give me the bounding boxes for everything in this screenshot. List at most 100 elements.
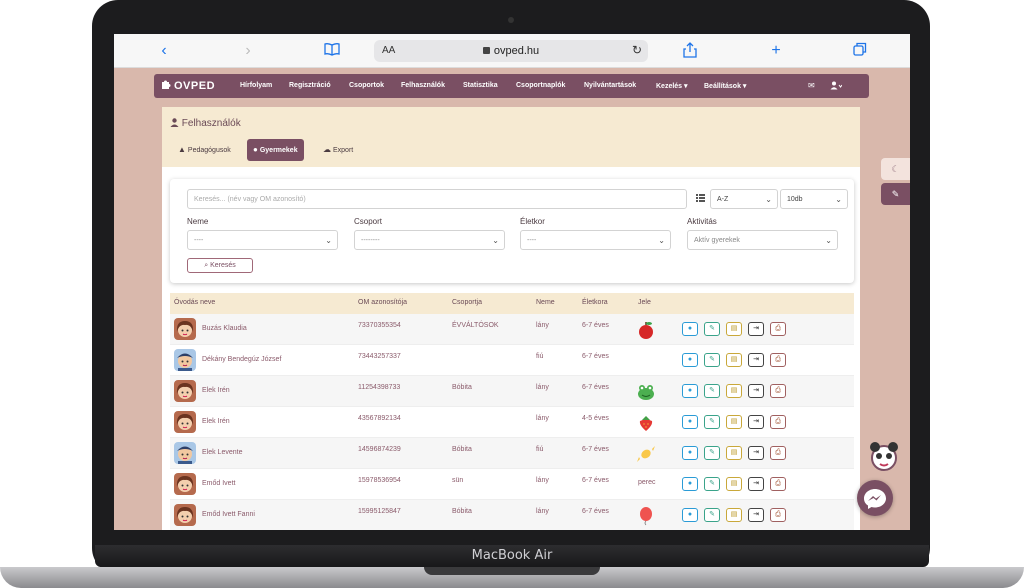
notes-icon[interactable]: ▤ — [726, 322, 742, 336]
moon-icon[interactable]: ☾ — [881, 158, 910, 180]
view-user-icon[interactable]: ● — [682, 508, 698, 522]
print-icon[interactable]: ⎙ — [770, 384, 786, 398]
search-button[interactable]: ⌕ Keresés — [187, 258, 253, 273]
page-title: Felhasználók — [170, 118, 241, 129]
logout-icon[interactable]: ⇥ — [748, 353, 764, 367]
age: 6-7 éves — [582, 446, 609, 453]
child-name[interactable]: Elek Irén — [202, 387, 230, 394]
panda-mascot-icon[interactable] — [866, 438, 902, 474]
gender-label: Neme — [187, 217, 209, 226]
view-user-icon[interactable]: ● — [682, 415, 698, 429]
edit-icon[interactable]: ✎ — [704, 415, 720, 429]
search-input[interactable]: Keresés... (név vagy OM azonosító) — [187, 189, 687, 209]
view-user-icon[interactable]: ● — [682, 384, 698, 398]
notes-icon[interactable]: ▤ — [726, 353, 742, 367]
child-name[interactable]: Emőd Ivett Fanni — [202, 511, 255, 518]
logout-icon[interactable]: ⇥ — [748, 508, 764, 522]
camera — [508, 17, 514, 23]
print-icon[interactable]: ⎙ — [770, 415, 786, 429]
age-select[interactable]: ---- ⌄ — [520, 230, 671, 250]
strawberry-icon — [636, 413, 656, 433]
col-group: Csoportja — [452, 299, 482, 306]
mail-icon[interactable]: ✉ — [808, 81, 815, 90]
nav-csoportok[interactable]: Csoportok — [349, 82, 384, 89]
notes-icon[interactable]: ▤ — [726, 446, 742, 460]
bookmarks-icon[interactable] — [322, 42, 342, 60]
tab-pedagogusok[interactable]: ▲ Pedagógusok — [172, 139, 237, 161]
edit-icon[interactable]: ✎ — [704, 384, 720, 398]
om-id: 15978536954 — [358, 477, 401, 484]
view-user-icon[interactable]: ● — [682, 477, 698, 491]
nav-regisztracio[interactable]: Regisztráció — [289, 82, 331, 89]
edit-icon[interactable]: ✎ — [704, 477, 720, 491]
sort-select[interactable]: A-Z ⌄ — [710, 189, 778, 209]
table-row: Buzás Klaudia 73370355354 ÉVVÁLTÓSOK lány 6-… — [170, 314, 854, 345]
age-label: Életkor — [520, 217, 545, 226]
col-age: Életkora — [582, 299, 608, 306]
age: 6-7 éves — [582, 353, 609, 360]
notes-icon[interactable]: ▤ — [726, 477, 742, 491]
print-icon[interactable]: ⎙ — [770, 446, 786, 460]
url-text: ovped.hu — [493, 45, 540, 57]
edit-icon[interactable]: ✎ — [704, 353, 720, 367]
messenger-chat-icon[interactable] — [857, 480, 893, 516]
print-icon[interactable]: ⎙ — [770, 353, 786, 367]
side-tabs: ☾ ✎ — [881, 158, 910, 208]
page-size-select[interactable]: 10db ⌄ — [780, 189, 848, 209]
user-menu-icon[interactable] — [830, 81, 843, 92]
child-name[interactable]: Dékány Bendegúz József — [202, 356, 281, 363]
print-icon[interactable]: ⎙ — [770, 477, 786, 491]
balloon-icon — [636, 506, 656, 526]
reload-icon[interactable]: ↻ — [632, 43, 642, 57]
logout-icon[interactable]: ⇥ — [748, 446, 764, 460]
tab-export[interactable]: ☁ Export — [317, 139, 359, 161]
new-tab-icon[interactable]: + — [766, 42, 786, 60]
logout-icon[interactable]: ⇥ — [748, 384, 764, 398]
child-name[interactable]: Elek Irén — [202, 418, 230, 425]
edit-icon[interactable]: ✎ — [704, 508, 720, 522]
print-icon[interactable]: ⎙ — [770, 322, 786, 336]
notes-icon[interactable]: ▤ — [726, 415, 742, 429]
view-user-icon[interactable]: ● — [682, 322, 698, 336]
nav-felhasznalok[interactable]: Felhasználók — [401, 82, 445, 89]
group-name: Bóbita — [452, 508, 472, 515]
edit-icon[interactable]: ✎ — [704, 322, 720, 336]
notes-icon[interactable]: ▤ — [726, 508, 742, 522]
gender-select[interactable]: ---- ⌄ — [187, 230, 338, 250]
table-row: Dékány Bendegúz József 73443257337 fiú 6-7 … — [170, 345, 854, 376]
gender: lány — [536, 477, 549, 484]
nav-beallitasok[interactable]: Beállítások ▾ — [704, 82, 746, 90]
share-icon[interactable] — [680, 42, 700, 60]
logout-icon[interactable]: ⇥ — [748, 322, 764, 336]
view-user-icon[interactable]: ● — [682, 353, 698, 367]
address-bar[interactable]: AA ovped.hu ↻ — [374, 40, 648, 62]
brand-logo[interactable]: OVPED — [160, 79, 215, 92]
nav-statisztika[interactable]: Statisztika — [463, 82, 498, 89]
nav-csoportnaplok[interactable]: Csoportnaplók — [516, 82, 565, 89]
tab-gyermekek[interactable]: ● Gyermekek — [247, 139, 304, 161]
child-name[interactable]: Emőd Ivett — [202, 480, 235, 487]
view-user-icon[interactable]: ● — [682, 446, 698, 460]
table-row: Elek Irén 43567892134 lány 4-5 éves ● ✎ ▤ ⇥ ⎙ — [170, 407, 854, 438]
logout-icon[interactable]: ⇥ — [748, 477, 764, 491]
back-icon[interactable]: ‹ — [154, 42, 174, 60]
forward-icon[interactable]: › — [238, 42, 258, 60]
list-view-icon[interactable] — [696, 194, 705, 202]
table-header: Óvodás neve OM azonosítója Csoportja Nem… — [170, 293, 854, 314]
group-select[interactable]: -------- ⌄ — [354, 230, 505, 250]
child-name[interactable]: Buzás Klaudia — [202, 325, 247, 332]
notes-icon[interactable]: ▤ — [726, 384, 742, 398]
nav-kezeles[interactable]: Kezelés ▾ — [656, 82, 688, 90]
edit-icon[interactable]: ✎ — [881, 183, 910, 205]
age: 6-7 éves — [582, 477, 609, 484]
print-icon[interactable]: ⎙ — [770, 508, 786, 522]
chevron-down-icon: ⌄ — [765, 195, 772, 204]
edit-icon[interactable]: ✎ — [704, 446, 720, 460]
lock-icon — [482, 47, 490, 54]
nav-hirfolyam[interactable]: Hírfolyam — [240, 82, 272, 89]
tabs-overview-icon[interactable] — [850, 42, 870, 60]
nav-nyilvantartasok[interactable]: Nyilvántartások — [584, 82, 636, 89]
activity-select[interactable]: Aktív gyerekek ⌄ — [687, 230, 838, 250]
logout-icon[interactable]: ⇥ — [748, 415, 764, 429]
child-name[interactable]: Elek Levente — [202, 449, 242, 456]
